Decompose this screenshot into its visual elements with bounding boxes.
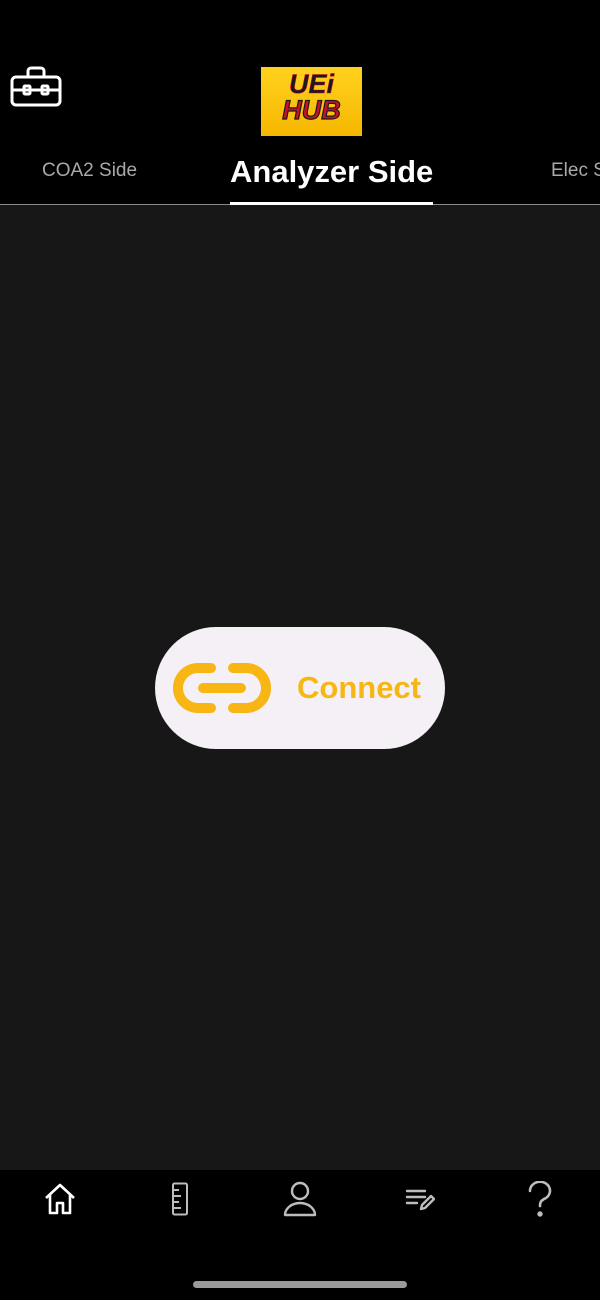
tab-elec-side[interactable]: Elec S [551,145,600,204]
tab-label: Analyzer Side [230,154,434,189]
help-icon [528,1181,552,1217]
home-indicator [193,1281,407,1288]
logo-text-line2: HUB [282,95,341,125]
toolbox-icon[interactable] [10,66,64,110]
nav-ruler[interactable] [150,1178,210,1220]
ruler-icon [172,1182,188,1216]
nav-profile[interactable] [270,1178,330,1220]
main-content: Connect [0,205,600,1170]
tab-label: Elec S [551,160,600,181]
link-icon [173,663,271,713]
tab-label: COA2 Side [42,160,138,181]
bottom-nav [0,1170,600,1300]
nav-help[interactable] [510,1178,570,1220]
nav-notes[interactable] [390,1178,450,1220]
person-icon [283,1181,317,1217]
nav-home[interactable] [30,1178,90,1220]
connect-button[interactable]: Connect [155,627,445,749]
tab-analyzer-side[interactable]: Analyzer Side [230,145,434,205]
connect-label: Connect [297,670,421,705]
tab-bar: COA2 Side Analyzer Side Elec S [0,145,600,205]
app-logo: UEi HUB [261,67,362,136]
app-header: UEi HUB [0,0,600,145]
home-icon [45,1183,75,1215]
notes-edit-icon [405,1189,435,1211]
tab-coa2-side[interactable]: COA2 Side [42,145,137,204]
app-screen: UEi HUB COA2 Side Analyzer Side Elec S C… [0,0,600,1300]
